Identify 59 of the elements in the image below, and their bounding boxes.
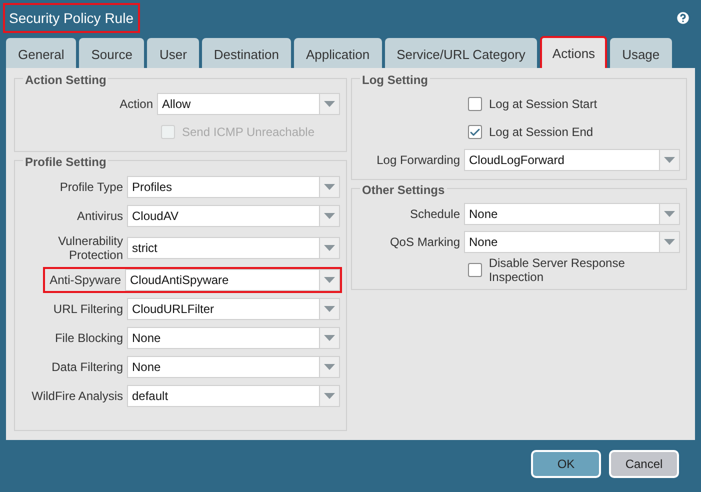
caret-icon	[324, 184, 335, 190]
tab[interactable]: Service/URL Category	[384, 38, 538, 68]
group-legend: Other Settings	[360, 183, 447, 197]
tab[interactable]: User	[147, 38, 199, 68]
dropdown-field[interactable]: None	[127, 327, 340, 349]
caret-icon	[324, 101, 335, 107]
caret-icon	[324, 213, 335, 219]
dropdown-field[interactable]: Profiles	[127, 176, 340, 198]
tab[interactable]: Actions	[540, 36, 608, 68]
field-label: Action	[118, 97, 153, 111]
checkbox[interactable]	[468, 125, 482, 139]
dropdown-field[interactable]: strict	[127, 237, 340, 259]
dropdown-field[interactable]: CloudAV	[127, 205, 340, 227]
field-label: File Blocking	[54, 331, 123, 345]
checkbox-label: Log at Session End	[489, 125, 594, 139]
field-label: Log Forwarding	[376, 153, 460, 167]
caret-icon	[664, 239, 675, 245]
field-label: Data Filtering	[50, 360, 123, 374]
dropdown-field[interactable]: None	[464, 231, 680, 253]
tab[interactable]: Usage	[610, 38, 672, 68]
caret-icon	[324, 306, 335, 312]
caret-icon	[324, 335, 335, 341]
ok-button[interactable]: OK	[531, 450, 601, 478]
dropdown-field[interactable]: None	[464, 203, 680, 225]
dropdown-field[interactable]: default	[127, 385, 340, 407]
field-label: Profile Type	[58, 180, 123, 194]
dropdown-field[interactable]: CloudURLFilter	[127, 298, 340, 320]
tab[interactable]: Application	[294, 38, 382, 68]
checkbox-label: Disable Server Response Inspection	[488, 256, 626, 284]
checkbox-label: Send ICMP Unreachable	[182, 125, 315, 139]
field-label: Schedule	[408, 207, 460, 221]
checkbox-label: Log at Session Start	[489, 97, 598, 111]
caret-icon	[324, 245, 335, 251]
field-label: Anti-Spyware	[48, 273, 121, 287]
checkbox[interactable]	[468, 263, 482, 277]
tab[interactable]: Source	[79, 38, 144, 68]
dropdown-field[interactable]: Allow	[157, 93, 340, 115]
field-label: Antivirus	[76, 209, 123, 223]
group-legend: Action Setting	[23, 73, 108, 87]
field-label: QoS Marking	[388, 235, 460, 249]
caret-icon	[664, 157, 675, 163]
tab[interactable]: General	[6, 38, 76, 68]
dropdown-field[interactable]: CloudLogForward	[464, 149, 680, 171]
tab[interactable]: Destination	[202, 38, 291, 68]
dropdown-field[interactable]: None	[127, 356, 340, 378]
caret-icon	[664, 211, 675, 217]
help-icon[interactable]	[675, 10, 691, 26]
field-label: Vulnerability Protection	[57, 234, 123, 262]
caret-icon	[324, 364, 335, 370]
field-label: URL Filtering	[52, 302, 123, 316]
dropdown-field[interactable]: CloudAntiSpyware	[125, 269, 340, 291]
cancel-button[interactable]: Cancel	[609, 450, 679, 478]
field-label: WildFire Analysis	[30, 389, 123, 403]
checkbox[interactable]	[468, 97, 482, 111]
caret-icon	[324, 277, 335, 283]
dialog-title: Security Policy Rule	[3, 3, 140, 33]
caret-icon	[324, 393, 335, 399]
group-legend: Profile Setting	[23, 155, 108, 169]
group-legend: Log Setting	[360, 73, 430, 87]
